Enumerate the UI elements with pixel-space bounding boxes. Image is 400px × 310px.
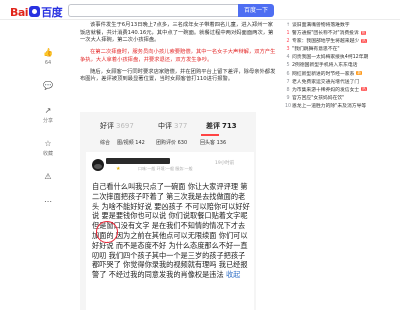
- search-input[interactable]: [68, 4, 238, 17]
- tab-medium[interactable]: 中评 377: [158, 121, 187, 131]
- hot-list-item[interactable]: 10恩龙上一道胜力的除"未及消方导等: [284, 103, 396, 111]
- highlight-circle: [96, 221, 118, 243]
- review-tabs: 好评 3697 中评 377 差评 713: [100, 121, 240, 135]
- article-paragraph: 该事件发生于6月13日晚上7点多，三名成年女子带着四名儿童，进入郑州一家饭店就餐…: [80, 22, 274, 44]
- favorite-button[interactable]: ☆ 收藏: [38, 139, 58, 157]
- username-redacted: [106, 158, 170, 164]
- hot-list-item[interactable]: 9 官方回应"女孩妈妈在饮": [284, 95, 396, 103]
- hot-list-item[interactable]: 5 2例德国新型手机将入东东电话: [284, 62, 396, 70]
- hot-list-item[interactable]: 6 网红新型新进的时节经一家系新: [284, 71, 396, 79]
- pin-icon: ↑: [285, 23, 291, 28]
- review-screenshot: 好评 3697 中评 377 差评 713 综合 图/视频 142 团购评价 630 …: [80, 112, 256, 310]
- hot-list-item[interactable]: 3 "我们跳舞有意思不在": [284, 46, 396, 54]
- search-button[interactable]: 百度一下: [238, 4, 274, 17]
- review-time: 19小时前: [215, 161, 235, 166]
- filter-returning[interactable]: 回头客 136: [200, 139, 226, 146]
- hot-list-item[interactable]: 8 为市集来游十稀养妈的发信女士热: [284, 87, 396, 95]
- active-tab-indicator: [201, 134, 219, 136]
- hot-list-item[interactable]: 1 警方通报"团长称不对"消费投诉热: [284, 30, 396, 38]
- article-body: 该事件发生于6月13日晚上7点多，三名成年女子带着四名儿童，进入郑州一家饭店就餐…: [80, 22, 278, 88]
- review-card: ★ 口味:一般 环境:一般 服务:一般 19小时前 自己看什么叫我只点了一碗面 …: [86, 152, 254, 310]
- share-button[interactable]: ↗ 分享: [38, 106, 58, 124]
- report-button[interactable]: ⚠: [38, 172, 58, 182]
- share-icon: ↗: [44, 106, 52, 115]
- like-button[interactable]: 👍 64: [38, 48, 58, 66]
- collapse-link[interactable]: 收起: [226, 270, 240, 279]
- tab-good[interactable]: 好评 3697: [100, 121, 134, 131]
- hot-list-item[interactable]: 2 专家：我国部地学生将越来越少热: [284, 38, 396, 46]
- paw-icon: [29, 6, 41, 17]
- hot-list-item[interactable]: 4 问责我国一太妈梅家接执4柯12年期: [284, 54, 396, 62]
- like-icon: 👍: [43, 48, 53, 57]
- article-paragraph-highlight: 在第二次摔盘时，服务员向小孩儿索要赔偿，其中一名女子大声辩解，双方产生争执，大人…: [80, 49, 276, 63]
- star-icon: ☆: [44, 139, 52, 148]
- hot-list: ↑ 谈旧面满嘴兽物将落难数字 1 警方通报"团长称不对"消费投诉热 2 专家：我国部地…: [284, 22, 396, 111]
- comment-button[interactable]: 💬: [38, 81, 58, 91]
- report-icon: ⚠: [44, 172, 52, 181]
- article-paragraph: 随后，女顾客一行同时要求店家赔偿，并在团购平台上留下差评，除母亲外都发布图片，差…: [80, 68, 276, 83]
- hot-badge: 热: [361, 38, 367, 43]
- action-sidebar: 👍 64 💬 ↗ 分享 ☆ 收藏 ⚠ ⋯: [38, 48, 58, 222]
- filter-group[interactable]: 团购评价 630: [156, 139, 187, 146]
- review-meta: 口味:一般 环境:一般 服务:一般: [138, 166, 193, 171]
- more-icon: ⋯: [44, 197, 52, 206]
- tab-bad[interactable]: 差评 713: [206, 121, 237, 131]
- filter-media[interactable]: 图/视频 142: [117, 139, 145, 146]
- hot-badge: 热: [360, 30, 367, 35]
- avatar: [92, 159, 104, 171]
- baidu-logo[interactable]: Bai 百度: [10, 4, 63, 20]
- hot-list-item[interactable]: ↑ 谈旧面满嘴兽物将落难数字: [284, 22, 396, 30]
- like-count: 64: [44, 60, 52, 66]
- new-badge: 新: [356, 71, 362, 76]
- filter-all[interactable]: 综合: [100, 139, 110, 146]
- more-button[interactable]: ⋯: [38, 197, 58, 207]
- hot-badge: 热: [361, 87, 367, 92]
- top-bar: Bai 百度 百度一下: [0, 0, 400, 20]
- comment-icon: 💬: [43, 81, 53, 90]
- hot-list-item[interactable]: 7 老人免费家运交通光增代送了门: [284, 79, 396, 87]
- rating-stars: ★: [116, 166, 121, 172]
